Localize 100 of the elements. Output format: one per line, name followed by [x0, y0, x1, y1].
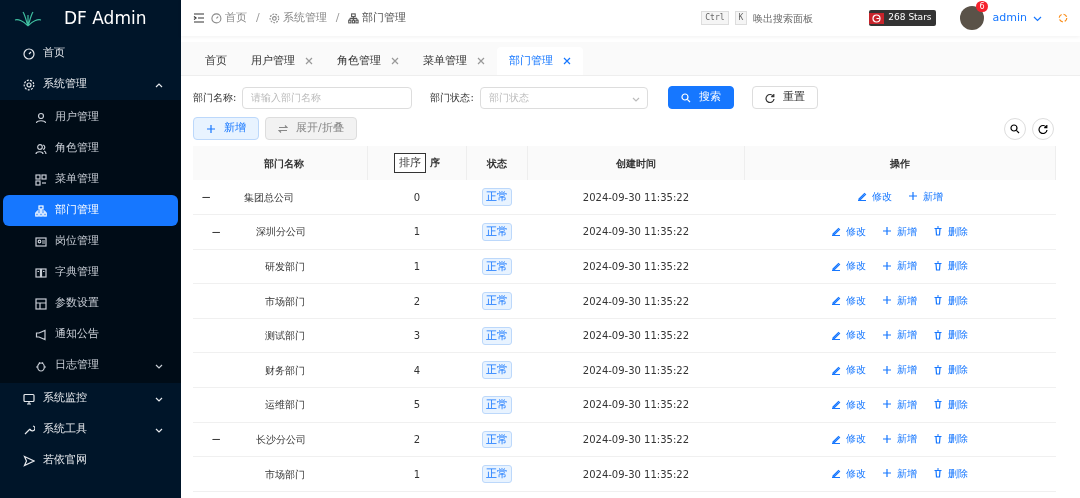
add-link[interactable]: 新增 [882, 223, 918, 239]
user-icon [35, 111, 47, 124]
edit-link[interactable]: 修改 [831, 465, 867, 481]
tab[interactable]: 角色管理 [325, 47, 411, 75]
gear-icon [23, 78, 35, 91]
close-icon[interactable] [477, 57, 485, 65]
close-icon[interactable] [563, 57, 571, 65]
expand-toggle[interactable]: − [211, 222, 221, 241]
search-button[interactable]: 搜索 [667, 86, 734, 109]
table-cell-text: 测试部门 [264, 329, 306, 344]
leaf-logo [14, 11, 42, 27]
trash-icon [933, 364, 944, 375]
edit-link[interactable]: 修改 [831, 327, 867, 343]
trash-icon [933, 433, 944, 444]
sidebar-item[interactable]: 首页 [3, 38, 178, 69]
select-field[interactable]: 部门状态 [479, 86, 648, 109]
sidebar-item[interactable]: 菜单管理 [3, 164, 178, 195]
edit-link[interactable]: 修改 [831, 431, 867, 447]
grid-icon [35, 173, 47, 186]
sidebar-item[interactable]: 用户管理 [3, 102, 178, 133]
table-cell-text: 市场部门 [264, 467, 306, 482]
table-cell: 5 [413, 399, 421, 411]
add-link[interactable]: 新增 [882, 431, 918, 447]
stars-badge[interactable]: 268 Stars [869, 10, 936, 26]
pencil-icon [831, 468, 842, 479]
tab[interactable]: 用户管理 [239, 47, 325, 75]
gear-icon [268, 12, 280, 24]
swap-icon [278, 123, 288, 134]
close-icon[interactable] [305, 57, 313, 65]
status-tag: 正常 [482, 257, 513, 276]
breadcrumb-item[interactable]: 部门管理 [362, 9, 407, 27]
sidebar-item[interactable]: 系统工具 [3, 414, 178, 445]
add-link[interactable]: 新增 [882, 292, 918, 308]
tab[interactable]: 部门管理 [497, 47, 583, 75]
sidebar-item[interactable]: 通知公告 [3, 319, 178, 350]
sidebar-item[interactable]: 岗位管理 [3, 226, 178, 257]
search-button[interactable] [1004, 117, 1026, 140]
add-link[interactable]: 新增 [907, 188, 943, 204]
status-tag: 正常 [482, 188, 513, 206]
trash-icon [933, 295, 944, 306]
sidebar-item[interactable]: 若依官网 [3, 445, 178, 476]
table-cell-text: 研发部门 [264, 260, 306, 274]
edit-link[interactable]: 修改 [831, 223, 867, 239]
delete-link[interactable]: 删除 [933, 292, 969, 308]
add-link[interactable]: 新增 [882, 327, 918, 343]
table-cell: 2 [413, 295, 421, 307]
edit-link[interactable]: 修改 [831, 362, 867, 377]
add-link[interactable]: 新增 [882, 465, 918, 481]
tab[interactable]: 首页 [193, 47, 239, 75]
sidebar-item[interactable]: 角色管理 [3, 133, 178, 164]
breadcrumb-separator: / [256, 9, 260, 26]
field-label: 部门状态: [430, 91, 474, 105]
expand-collapse-button[interactable]: 展开/折叠 [265, 117, 357, 140]
expand-toggle[interactable]: − [211, 430, 221, 449]
delete-link[interactable]: 删除 [933, 465, 969, 481]
reset-button[interactable]: 重置 [751, 86, 818, 109]
sidebar-item[interactable]: 系统管理 [3, 69, 178, 100]
status-tag: 正常 [482, 326, 513, 345]
input-field[interactable]: 请输入部门名称 [242, 86, 413, 109]
delete-link[interactable]: 删除 [933, 223, 969, 239]
refresh-button[interactable] [1032, 117, 1054, 140]
sidebar-item[interactable]: 字典管理 [3, 257, 178, 288]
add-link[interactable]: 新增 [882, 258, 918, 274]
delete-link[interactable]: 删除 [933, 396, 969, 412]
delete-link[interactable]: 删除 [933, 327, 969, 343]
add-button[interactable]: 新增 [193, 117, 259, 140]
status-tag: 正常 [482, 361, 513, 380]
loading-icon [1058, 13, 1068, 23]
table-cell-text: 深圳分公司 [255, 225, 307, 240]
delete-link[interactable]: 删除 [933, 431, 969, 447]
close-icon[interactable] [391, 57, 399, 65]
sidebar-item[interactable]: 日志管理 [3, 350, 178, 381]
app-title: DF Admin [64, 7, 147, 31]
refresh-icon [1038, 123, 1048, 134]
notification-badge: 6 [976, 1, 988, 12]
sidebar-item[interactable]: 系统监控 [3, 383, 178, 414]
menu-icon[interactable] [193, 12, 205, 24]
expand-toggle[interactable]: − [201, 188, 211, 207]
pencil-icon [831, 226, 842, 237]
breadcrumb-item[interactable]: 首页 [225, 9, 247, 27]
add-link[interactable]: 新增 [882, 396, 918, 412]
sidebar-item[interactable]: 部门管理 [3, 195, 178, 226]
delete-link[interactable]: 删除 [933, 258, 969, 274]
edit-link[interactable]: 修改 [856, 188, 892, 204]
column-header: 序 [429, 157, 440, 169]
pencil-icon [856, 191, 867, 202]
search-icon [1010, 123, 1020, 134]
edit-link[interactable]: 修改 [831, 292, 867, 308]
table-cell: 2024-09-30 11:35:22 [582, 226, 689, 238]
sidebar-item[interactable]: 参数设置 [3, 288, 178, 319]
edit-link[interactable]: 修改 [831, 258, 867, 274]
plus-icon [882, 329, 893, 340]
edit-link[interactable]: 修改 [831, 396, 867, 412]
breadcrumb-item[interactable]: 系统管理 [282, 9, 327, 27]
add-link[interactable]: 新增 [882, 362, 918, 377]
user-name[interactable]: admin [992, 9, 1027, 27]
tab[interactable]: 菜单管理 [411, 47, 497, 75]
status-tag: 正常 [482, 292, 513, 310]
table-cell: 1 [413, 261, 421, 272]
delete-link[interactable]: 删除 [933, 362, 969, 377]
